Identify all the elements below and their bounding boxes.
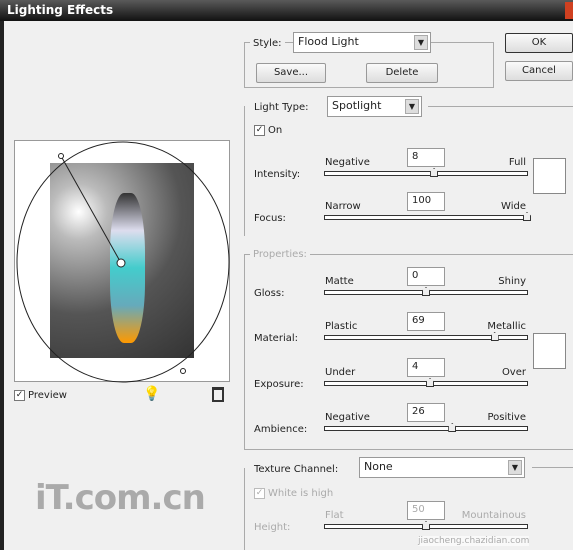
intensity-max-label: Full <box>508 157 526 168</box>
window-border <box>0 21 4 550</box>
close-button[interactable] <box>565 2 573 19</box>
height-label: Height: <box>254 522 291 533</box>
properties-group <box>244 254 573 450</box>
light-type-value: Spotlight <box>332 99 382 112</box>
trash-icon[interactable] <box>212 387 224 402</box>
properties-label: Properties: <box>250 249 310 260</box>
height-min-label: Flat <box>325 510 344 521</box>
texture-select[interactable]: None ▼ <box>359 457 525 478</box>
intensity-min-label: Negative <box>325 157 370 168</box>
intensity-slider-thumb[interactable] <box>430 168 439 177</box>
intensity-label: Intensity: <box>254 169 301 180</box>
chevron-down-icon: ▼ <box>414 35 428 50</box>
focus-input[interactable]: 100 <box>407 192 445 211</box>
light-type-label: Light Type: <box>254 102 309 113</box>
style-label: Style: <box>250 38 285 49</box>
ok-button[interactable]: OK <box>505 33 573 53</box>
height-max-label: Mountainous <box>461 510 526 521</box>
cancel-button[interactable]: Cancel <box>505 61 573 81</box>
light-bulb-icon[interactable]: 💡 <box>143 386 160 402</box>
light-group-border <box>244 106 245 236</box>
focus-max-label: Wide <box>501 201 526 212</box>
window-title: Lighting Effects <box>0 0 573 21</box>
on-checkbox[interactable]: ✓ <box>254 125 265 136</box>
preview-checkbox[interactable]: ✓ <box>14 390 25 401</box>
watermark-site: jiaocheng.chazidian.com <box>418 536 530 546</box>
divider <box>532 467 573 468</box>
delete-button[interactable]: Delete <box>366 63 438 83</box>
height-slider-thumb[interactable] <box>422 521 430 530</box>
chevron-down-icon: ▼ <box>405 99 419 114</box>
on-label: On <box>268 125 283 136</box>
white-is-high-label: White is high <box>268 488 334 499</box>
preview-area[interactable] <box>14 140 231 383</box>
chevron-down-icon: ▼ <box>508 460 522 475</box>
focus-min-label: Narrow <box>325 201 361 212</box>
save-button[interactable]: Save... <box>256 63 326 83</box>
white-is-high-checkbox[interactable]: ✓ <box>254 488 265 499</box>
light-type-select[interactable]: Spotlight ▼ <box>327 96 422 117</box>
height-slider[interactable] <box>324 521 528 530</box>
texture-value: None <box>364 460 393 473</box>
style-select[interactable]: Flood Light ▼ <box>293 32 431 53</box>
light-color-swatch[interactable] <box>533 158 566 194</box>
focus-label: Focus: <box>254 213 286 224</box>
focus-slider-thumb[interactable] <box>523 212 531 221</box>
watermark-logo: iT.com.cn <box>35 478 206 518</box>
preview-label: Preview <box>28 390 67 401</box>
intensity-slider[interactable] <box>324 168 528 177</box>
light-ellipse[interactable] <box>15 141 231 383</box>
material-color-swatch[interactable] <box>533 333 566 369</box>
style-value: Flood Light <box>298 35 359 48</box>
focus-slider[interactable] <box>324 212 531 221</box>
divider <box>428 106 573 107</box>
texture-group-border <box>244 468 245 550</box>
intensity-input[interactable]: 8 <box>407 148 445 167</box>
height-input[interactable]: 50 <box>407 501 445 520</box>
texture-label: Texture Channel: <box>254 464 339 475</box>
